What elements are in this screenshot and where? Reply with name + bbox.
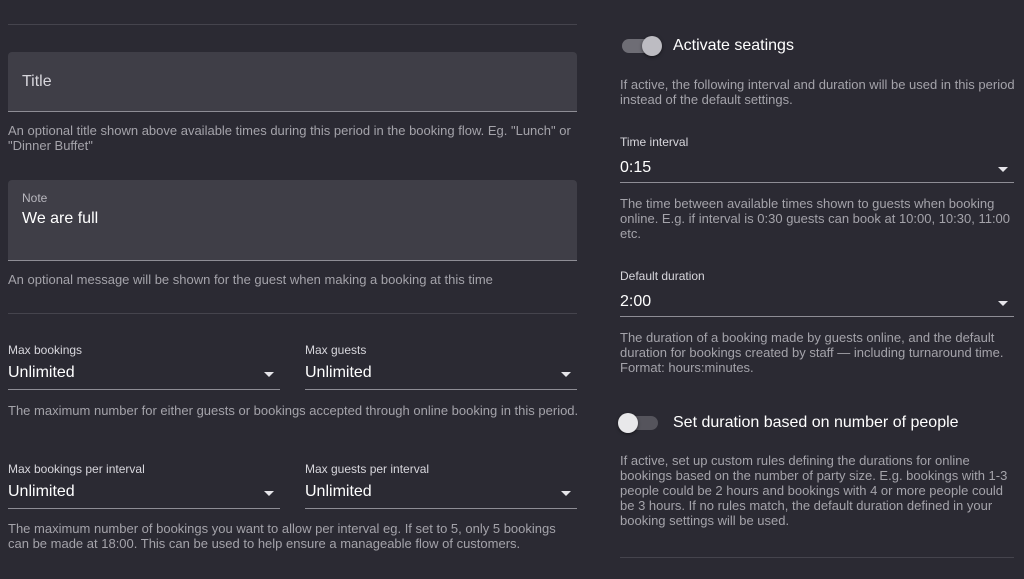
duration-by-people-label: Set duration based on number of people [673, 414, 959, 431]
middle-divider-left [8, 313, 577, 314]
chevron-down-icon [264, 491, 274, 496]
default-duration-value: 2:00 [620, 293, 652, 310]
max-guests-select[interactable]: Max guests Unlimited [305, 343, 577, 390]
max-guests-interval-select[interactable]: Max guests per interval Unlimited [305, 462, 577, 509]
max-guests-interval-value: Unlimited [305, 483, 372, 500]
chevron-down-icon [998, 301, 1008, 306]
max-helper-text: The maximum number for either guests or … [8, 403, 579, 418]
activate-seatings-helper-text: If active, the following interval and du… [620, 77, 1015, 107]
title-helper-text: An optional title shown above available … [8, 123, 571, 153]
bottom-divider-right [620, 557, 1014, 558]
activate-seatings-toggle[interactable] [620, 35, 664, 57]
title-input[interactable]: Title [8, 52, 577, 112]
max-bookings-value: Unlimited [8, 364, 75, 381]
time-interval-value: 0:15 [620, 159, 652, 176]
toggle-thumb [618, 413, 638, 433]
time-interval-helper-text: The time between available times shown t… [620, 196, 1011, 241]
chevron-down-icon [998, 167, 1008, 172]
note-helper-text: An optional message will be shown for th… [8, 272, 493, 287]
max-bookings-interval-value: Unlimited [8, 483, 75, 500]
max-bookings-interval-label: Max bookings per interval [8, 462, 145, 476]
max-guests-interval-label: Max guests per interval [305, 462, 430, 476]
note-input[interactable]: Note We are full [8, 180, 577, 261]
title-placeholder: Title [22, 73, 52, 90]
duration-by-people-toggle[interactable] [618, 412, 662, 434]
interval-helper-text: The maximum number of bookings you want … [8, 521, 556, 551]
chevron-down-icon [561, 491, 571, 496]
max-bookings-interval-select[interactable]: Max bookings per interval Unlimited [8, 462, 280, 509]
chevron-down-icon [264, 372, 274, 377]
default-duration-helper-text: The duration of a booking made by guests… [620, 330, 1004, 375]
default-duration-label: Default duration [620, 269, 705, 283]
max-bookings-label: Max bookings [8, 343, 83, 357]
max-bookings-select[interactable]: Max bookings Unlimited [8, 343, 280, 390]
default-duration-select[interactable]: Default duration 2:00 [620, 269, 1014, 317]
time-interval-select[interactable]: Time interval 0:15 [620, 135, 1014, 183]
max-guests-label: Max guests [305, 343, 367, 357]
max-guests-value: Unlimited [305, 364, 372, 381]
duration-by-people-helper-text: If active, set up custom rules defining … [620, 453, 1008, 528]
note-label: Note [22, 191, 48, 205]
top-divider-left [8, 24, 577, 25]
activate-seatings-label: Activate seatings [673, 37, 794, 54]
note-value: We are full [22, 210, 99, 227]
time-interval-label: Time interval [620, 135, 689, 149]
toggle-thumb [642, 36, 662, 56]
chevron-down-icon [561, 372, 571, 377]
